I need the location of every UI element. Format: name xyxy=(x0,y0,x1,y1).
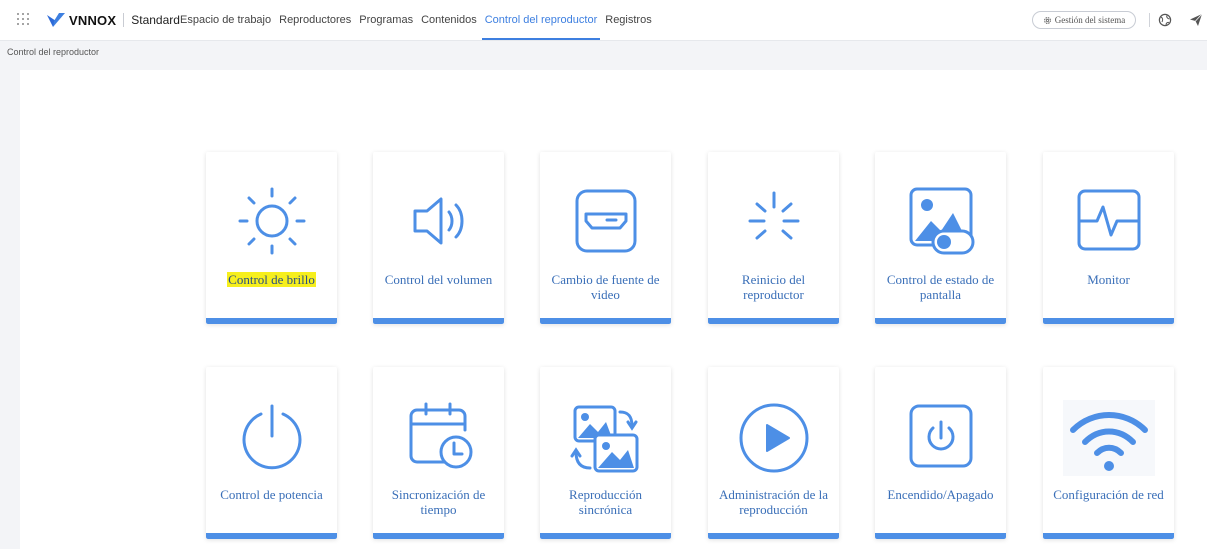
volume-icon xyxy=(413,197,463,245)
vnnox-logo-icon xyxy=(47,13,65,27)
restart-icon xyxy=(748,191,799,240)
send-icon[interactable] xyxy=(1189,13,1203,27)
brand-name: VNNOX xyxy=(69,12,117,28)
video-source-icon xyxy=(575,189,636,253)
nav-workspace[interactable]: Espacio de trabajo xyxy=(177,0,274,40)
nav-programs[interactable]: Programas xyxy=(356,0,416,40)
card-label: Control del volumen xyxy=(384,272,493,287)
card-video-source[interactable]: Cambio de fuente de video xyxy=(540,152,671,324)
card-accent-bar xyxy=(373,318,504,324)
card-label: Control de potencia xyxy=(220,487,323,502)
card-accent-bar xyxy=(1043,533,1174,539)
card-label: Control de brillo xyxy=(227,272,316,287)
card-accent-bar xyxy=(708,533,839,539)
card-monitor[interactable]: Monitor xyxy=(1043,152,1174,324)
globe-icon[interactable] xyxy=(1158,13,1172,27)
card-label: Reproducción sincrónica xyxy=(569,487,642,517)
brand-divider xyxy=(123,13,125,27)
card-playback-management[interactable]: Administración de la reproducción xyxy=(708,367,839,539)
toolbar-divider xyxy=(1149,13,1150,27)
card-label: Administración de la reproducción xyxy=(718,487,829,517)
card-accent-bar xyxy=(875,533,1006,539)
sync-playback-icon xyxy=(570,405,638,473)
card-volume-control[interactable]: Control del volumen xyxy=(373,152,504,324)
screen-status-icon xyxy=(909,187,974,255)
card-accent-bar xyxy=(1043,318,1174,324)
time-sync-icon xyxy=(409,402,472,469)
wifi-icon xyxy=(1062,400,1155,476)
card-accent-bar xyxy=(540,318,671,324)
monitor-icon xyxy=(1077,189,1140,251)
apps-grid-icon[interactable] xyxy=(16,12,30,26)
nav-logs[interactable]: Registros xyxy=(602,0,654,40)
card-label: Encendido/Apagado xyxy=(887,487,994,502)
card-player-restart[interactable]: Reinicio del reproductor xyxy=(708,152,839,324)
card-accent-bar xyxy=(875,318,1006,324)
card-accent-bar xyxy=(708,318,839,324)
system-management-label: Gestión del sistema xyxy=(1054,15,1126,25)
card-label: Cambio de fuente de video xyxy=(551,272,660,302)
card-power-control[interactable]: Control de potencia xyxy=(206,367,337,539)
power-icon xyxy=(242,404,301,470)
brand-logo[interactable]: VNNOX Standard xyxy=(46,11,180,29)
card-label: Reinicio del reproductor xyxy=(741,272,806,302)
card-on-off[interactable]: Encendido/Apagado xyxy=(875,367,1006,539)
top-bar: VNNOX Standard Espacio de trabajo Reprod… xyxy=(0,0,1207,41)
card-label: Configuración de red xyxy=(1053,487,1164,502)
card-screen-status[interactable]: Control de estado de pantalla xyxy=(875,152,1006,324)
brightness-icon xyxy=(238,187,305,255)
breadcrumb: Control del reproductor xyxy=(7,47,100,57)
nav-players[interactable]: Reproductores xyxy=(276,0,354,40)
card-label: Sincronización de tiempo xyxy=(391,487,486,517)
card-label: Control de estado de pantalla xyxy=(886,272,995,302)
card-label: Monitor xyxy=(1087,272,1130,287)
nav-contents[interactable]: Contenidos xyxy=(418,0,480,40)
on-off-icon xyxy=(909,404,972,468)
card-sync-playback[interactable]: Reproducción sincrónica xyxy=(540,367,671,539)
card-time-sync[interactable]: Sincronización de tiempo xyxy=(373,367,504,539)
brand-edition: Standard xyxy=(131,13,180,27)
card-accent-bar xyxy=(540,533,671,539)
play-icon xyxy=(739,403,808,473)
card-accent-bar xyxy=(206,318,337,324)
gear-icon xyxy=(1043,16,1051,24)
main-content: Control de brillo Control del volumen Ca… xyxy=(20,70,1207,549)
card-accent-bar xyxy=(206,533,337,539)
nav-player-control[interactable]: Control del reproductor xyxy=(481,0,601,40)
card-brightness-control[interactable]: Control de brillo xyxy=(206,152,337,324)
main-nav: Espacio de trabajo Reproductores Program… xyxy=(177,0,657,40)
system-management-button[interactable]: Gestión del sistema xyxy=(1032,11,1136,29)
card-network-config[interactable]: Configuración de red xyxy=(1043,367,1174,539)
card-accent-bar xyxy=(373,533,504,539)
